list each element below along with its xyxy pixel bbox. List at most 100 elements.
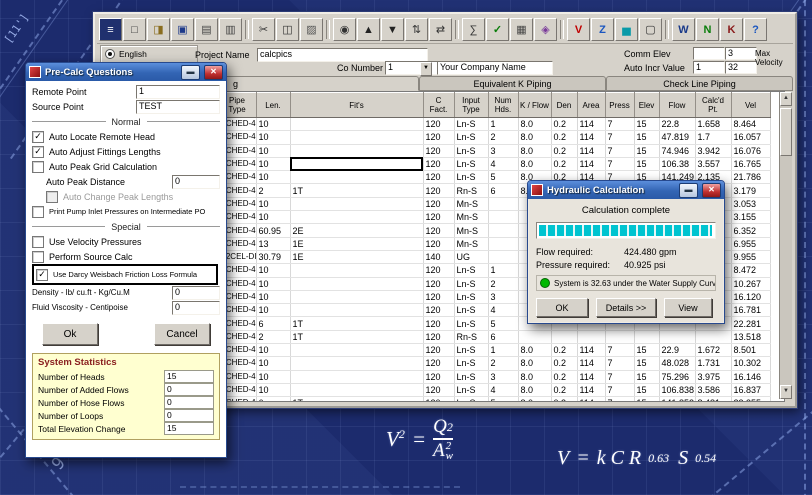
- table-cell[interactable]: [290, 131, 423, 144]
- table-cell[interactable]: Ln-S: [454, 397, 488, 402]
- project-name-input[interactable]: calcpics: [257, 48, 428, 62]
- table-cell[interactable]: [659, 330, 695, 343]
- table-cell[interactable]: 140: [423, 250, 454, 263]
- table-cell[interactable]: [488, 237, 518, 250]
- table-cell[interactable]: 0.2: [551, 144, 577, 157]
- table-cell[interactable]: Ln-S: [454, 317, 488, 330]
- table-cell[interactable]: UG: [454, 250, 488, 263]
- toolbar-check-button[interactable]: ✓: [486, 18, 509, 41]
- scrollbar-thumb[interactable]: [780, 108, 792, 156]
- table-cell[interactable]: 22.9: [659, 344, 695, 357]
- table-cell[interactable]: 3.155: [731, 211, 770, 224]
- toolbar-k-factor-button[interactable]: K: [720, 18, 743, 41]
- table-cell[interactable]: [551, 330, 577, 343]
- table-cell[interactable]: 10: [256, 370, 290, 383]
- table-cell[interactable]: 0.2: [551, 383, 577, 396]
- table-cell[interactable]: 120: [423, 290, 454, 303]
- table-cell[interactable]: 1: [488, 264, 518, 277]
- table-cell[interactable]: Mn-S: [454, 211, 488, 224]
- dropdown-arrow-icon[interactable]: ▼: [420, 62, 432, 76]
- table-cell[interactable]: 120: [423, 344, 454, 357]
- toolbar-copy-button[interactable]: ◫: [276, 18, 299, 41]
- unit-radio-english[interactable]: English: [105, 49, 193, 59]
- checkbox-icon[interactable]: [46, 191, 58, 203]
- table-cell[interactable]: 15: [634, 370, 659, 383]
- table-cell[interactable]: [577, 330, 605, 343]
- table-cell[interactable]: 9.955: [731, 250, 770, 263]
- comm-elev-input-2[interactable]: 3: [725, 47, 757, 60]
- table-cell[interactable]: 6: [488, 184, 518, 197]
- table-cell[interactable]: 120: [423, 197, 454, 210]
- table-cell[interactable]: 2: [256, 184, 290, 197]
- table-cell[interactable]: Mn-S: [454, 224, 488, 237]
- comm-elev-input[interactable]: [693, 47, 725, 60]
- table-cell[interactable]: 1T: [290, 317, 423, 330]
- table-cell[interactable]: 120: [423, 330, 454, 343]
- table-cell[interactable]: 10: [256, 357, 290, 370]
- table-cell[interactable]: 120: [423, 277, 454, 290]
- toolbar-grid-button[interactable]: ▦: [510, 18, 533, 41]
- table-cell[interactable]: 13.518: [731, 330, 770, 343]
- field-input[interactable]: 0: [172, 175, 220, 189]
- table-cell[interactable]: 3.179: [731, 184, 770, 197]
- table-scrollbar[interactable]: ▲ ▼: [779, 92, 792, 399]
- table-cell[interactable]: 13: [256, 237, 290, 250]
- table-cell[interactable]: 114: [577, 131, 605, 144]
- table-cell[interactable]: 3.557: [695, 157, 731, 170]
- table-cell[interactable]: 6: [256, 397, 290, 402]
- table-cell[interactable]: 7: [605, 157, 634, 170]
- table-cell[interactable]: 7: [605, 118, 634, 131]
- table-cell[interactable]: 0.2: [551, 157, 577, 170]
- table-cell[interactable]: [290, 118, 423, 131]
- field-input[interactable]: 0: [172, 301, 220, 315]
- table-cell[interactable]: 120: [423, 224, 454, 237]
- toolbar-sort-down-button[interactable]: ▼: [381, 18, 404, 41]
- toolbar-graph-button[interactable]: ▅: [615, 18, 638, 41]
- table-cell[interactable]: Ln-S: [454, 277, 488, 290]
- table-cell[interactable]: [290, 277, 423, 290]
- table-cell[interactable]: Ln-S: [454, 144, 488, 157]
- table-cell[interactable]: 47.819: [659, 131, 695, 144]
- table-cell[interactable]: 5: [488, 397, 518, 402]
- table-cell[interactable]: 15: [634, 357, 659, 370]
- table-cell[interactable]: Ln-S: [454, 264, 488, 277]
- table-cell[interactable]: Rn-S: [454, 184, 488, 197]
- table-cell[interactable]: 120: [423, 357, 454, 370]
- dialog-titlebar[interactable]: Pre-Calc Questions ▬ ✕: [26, 63, 226, 81]
- field-input[interactable]: 0: [172, 286, 220, 300]
- table-cell[interactable]: 7: [605, 397, 634, 402]
- table-cell[interactable]: 15: [634, 383, 659, 396]
- toolbar-zoom-button[interactable]: Z: [591, 18, 614, 41]
- table-cell[interactable]: [290, 357, 423, 370]
- table-cell[interactable]: 1T: [290, 330, 423, 343]
- table-cell[interactable]: 106.38: [659, 157, 695, 170]
- table-cell[interactable]: 1.731: [695, 357, 731, 370]
- table-cell[interactable]: [290, 144, 423, 157]
- table-cell[interactable]: 8.464: [731, 118, 770, 131]
- table-cell[interactable]: 16.765: [731, 157, 770, 170]
- table-cell[interactable]: Ln-S: [454, 357, 488, 370]
- table-cell[interactable]: Ln-S: [454, 157, 488, 170]
- table-cell[interactable]: 10.302: [731, 357, 770, 370]
- table-cell[interactable]: 7: [605, 383, 634, 396]
- table-cell[interactable]: 1T: [290, 397, 423, 402]
- table-cell[interactable]: 1E: [290, 237, 423, 250]
- toolbar-save-button[interactable]: ▣: [171, 18, 194, 41]
- table-cell[interactable]: 120: [423, 383, 454, 396]
- table-cell[interactable]: 1: [488, 344, 518, 357]
- table-cell[interactable]: Ln-S: [454, 290, 488, 303]
- table-cell[interactable]: 10: [256, 211, 290, 224]
- table-cell[interactable]: 120: [423, 317, 454, 330]
- table-cell[interactable]: 106.838: [659, 383, 695, 396]
- toolbar-new-button[interactable]: □: [123, 18, 146, 41]
- view-button[interactable]: View: [664, 298, 712, 317]
- table-cell[interactable]: 10.267: [731, 277, 770, 290]
- table-cell[interactable]: 8.501: [731, 344, 770, 357]
- table-cell[interactable]: 8.0: [518, 370, 551, 383]
- toolbar-nodes-button[interactable]: ◈: [534, 18, 557, 41]
- table-cell[interactable]: 10: [256, 304, 290, 317]
- toolbar-sort-up-button[interactable]: ▲: [357, 18, 380, 41]
- table-cell[interactable]: 15: [634, 118, 659, 131]
- table-cell[interactable]: 3: [488, 290, 518, 303]
- toolbar-water-supply-button[interactable]: W: [672, 18, 695, 41]
